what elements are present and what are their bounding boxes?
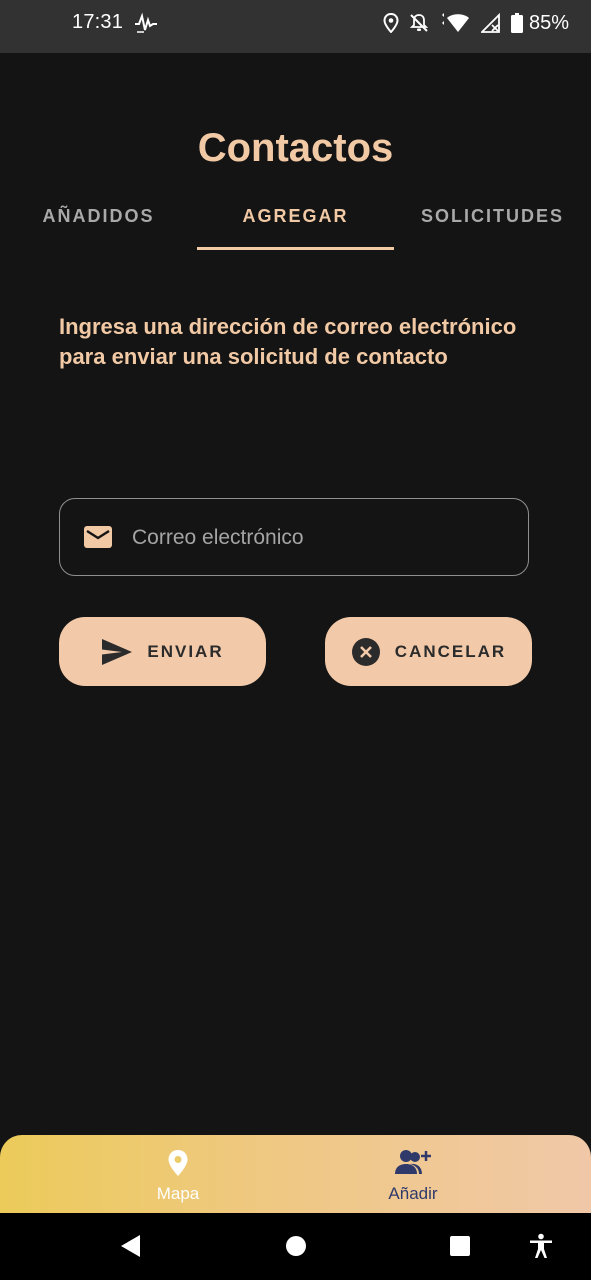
signal-icon: [480, 13, 500, 33]
instruction-text: Ingresa una dirección de correo electrón…: [59, 314, 517, 369]
cancel-icon: [351, 637, 380, 666]
cancel-button-label: CANCELAR: [394, 641, 507, 661]
tab-added[interactable]: AÑADIDOS: [0, 196, 197, 250]
accessibility-icon[interactable]: [528, 1233, 554, 1259]
add-contact-icon: [395, 1150, 431, 1174]
back-icon[interactable]: [118, 1233, 144, 1259]
email-icon: [84, 526, 112, 548]
send-button[interactable]: ENVIAR: [59, 617, 266, 686]
status-icons: 85%: [383, 11, 569, 35]
nav-item-map[interactable]: Mapa: [88, 1135, 268, 1213]
tab-add[interactable]: AGREGAR: [197, 196, 394, 250]
cancel-button[interactable]: CANCELAR: [325, 617, 532, 686]
battery-icon: [510, 13, 523, 33]
map-pin-icon: [168, 1150, 188, 1176]
battery-percentage: 85%: [528, 11, 569, 34]
send-button-label: ENVIAR: [147, 641, 224, 661]
tab-bar: AÑADIDOS AGREGAR SOLICITUDES: [0, 196, 591, 252]
wifi-icon: [441, 13, 469, 32]
tab-requests[interactable]: SOLICITUDES: [394, 196, 591, 250]
bottom-navigation: Mapa Añadir: [0, 1135, 591, 1213]
recents-icon[interactable]: [447, 1233, 473, 1259]
system-navigation-bar: [0, 1213, 591, 1280]
notifications-off-icon: [409, 14, 429, 32]
location-icon: [383, 13, 399, 33]
activity-pulse-icon: [135, 12, 157, 33]
status-time: 17:31: [72, 11, 124, 33]
tab-indicator: [197, 247, 394, 250]
email-input[interactable]: [130, 499, 514, 576]
send-icon: [102, 638, 133, 665]
nav-item-add[interactable]: Añadir: [323, 1135, 503, 1213]
status-bar: 17:31 85%: [0, 0, 591, 53]
home-icon[interactable]: [283, 1233, 309, 1259]
email-field[interactable]: [59, 498, 529, 576]
nav-label-add: Añadir: [388, 1184, 438, 1203]
page-title: Contactos: [197, 126, 394, 170]
screen: 17:31 85% Contactos AÑADIDOS AGREGAR SOL…: [0, 0, 591, 1280]
nav-label-map: Mapa: [156, 1184, 200, 1203]
